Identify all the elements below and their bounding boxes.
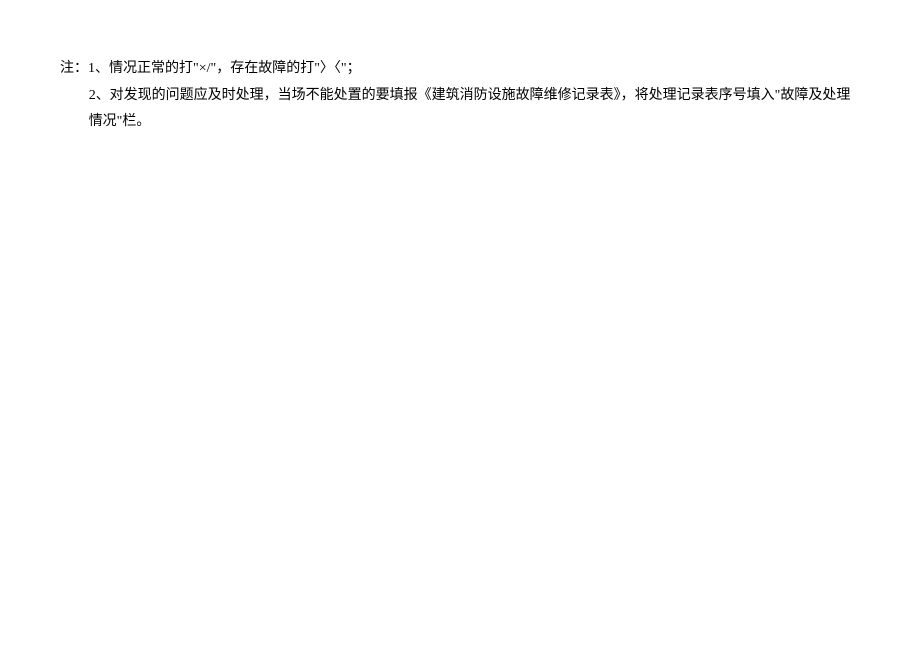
note-line-1: 注： 1、情况正常的打"×/"，存在故障的打"〉〈"；: [60, 56, 860, 83]
note-line-2: 2、对发现的问题应及时处理，当场不能处置的要填报《建筑消防设施故障维修记录表》，…: [60, 83, 860, 136]
note-label: 注：: [60, 56, 88, 83]
note-text-2: 2、对发现的问题应及时处理，当场不能处置的要填报《建筑消防设施故障维修记录表》，…: [89, 83, 860, 136]
document-body: 注： 1、情况正常的打"×/"，存在故障的打"〉〈"； 2、对发现的问题应及时处…: [0, 0, 920, 136]
note-text-1: 1、情况正常的打"×/"，存在故障的打"〉〈"；: [88, 56, 860, 83]
